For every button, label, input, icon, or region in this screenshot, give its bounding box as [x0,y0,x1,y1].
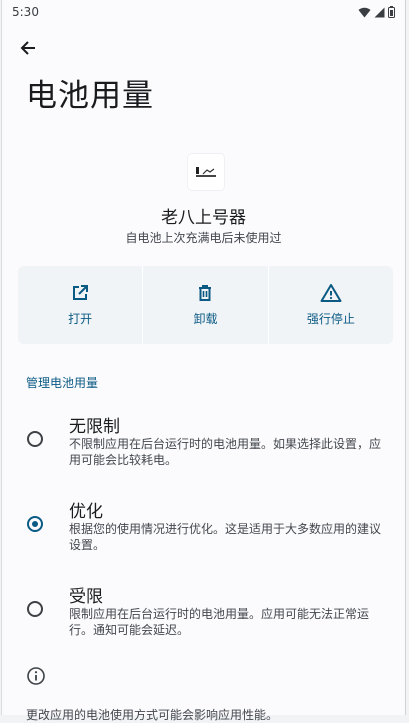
trash-icon [199,285,212,301]
app-actions: 打开 卸载 强行停止 [18,266,393,344]
signal-icon [374,7,385,17]
wifi-icon [358,7,371,17]
option-title: 无限制 [69,417,120,437]
open-button[interactable]: 打开 [18,266,144,344]
settings-screen: 5:30 电池用量 老八上号器 自电池上次充满电后未使用过 打开 卸载 强行停止… [1,0,407,722]
uninstall-label: 卸载 [193,312,218,326]
radio-optimized[interactable] [27,516,43,532]
option-title: 优化 [69,502,103,522]
app-logo-icon [196,167,216,177]
radio-unrestricted[interactable] [27,431,43,447]
info-icon [27,667,45,685]
option-description: 限制应用在后台运行时的电池用量。应用可能无法正常运行。通知可能会延迟。 [69,607,370,637]
app-usage-summary: 自电池上次充满电后未使用过 [125,231,282,245]
status-bar: 5:30 [2,0,405,24]
app-name: 老八上号器 [161,208,246,228]
force-stop-button[interactable]: 强行停止 [269,266,393,344]
uninstall-button[interactable]: 卸载 [143,266,269,344]
app-icon [188,154,224,190]
option-description: 根据您的使用情况进行优化。这是适用于大多数应用的建议设置。 [69,522,382,552]
status-icons [358,6,395,18]
option-unrestricted[interactable]: 无限制 不限制应用在后台运行时的电池用量。如果选择此设置，应用可能会比较耗电。 [2,412,407,472]
arrow-left-icon [20,41,35,55]
radio-restricted[interactable] [27,601,43,617]
open-external-icon [73,285,89,300]
option-title: 受限 [69,587,103,607]
back-button[interactable] [16,36,40,60]
option-restricted[interactable]: 受限 限制应用在后台运行时的电池用量。应用可能无法正常运行。通知可能会延迟。 [2,582,407,642]
status-time: 5:30 [12,5,39,19]
warning-icon [320,284,342,302]
section-header: 管理电池用量 [26,376,99,390]
page-title: 电池用量 [26,78,154,114]
battery-icon [388,6,395,18]
option-optimized[interactable]: 优化 根据您的使用情况进行优化。这是适用于大多数应用的建议设置。 [2,497,407,557]
option-description: 不限制应用在后台运行时的电池用量。如果选择此设置，应用可能会比较耗电。 [69,437,382,467]
force-stop-label: 强行停止 [306,312,355,326]
open-label: 打开 [68,312,93,326]
